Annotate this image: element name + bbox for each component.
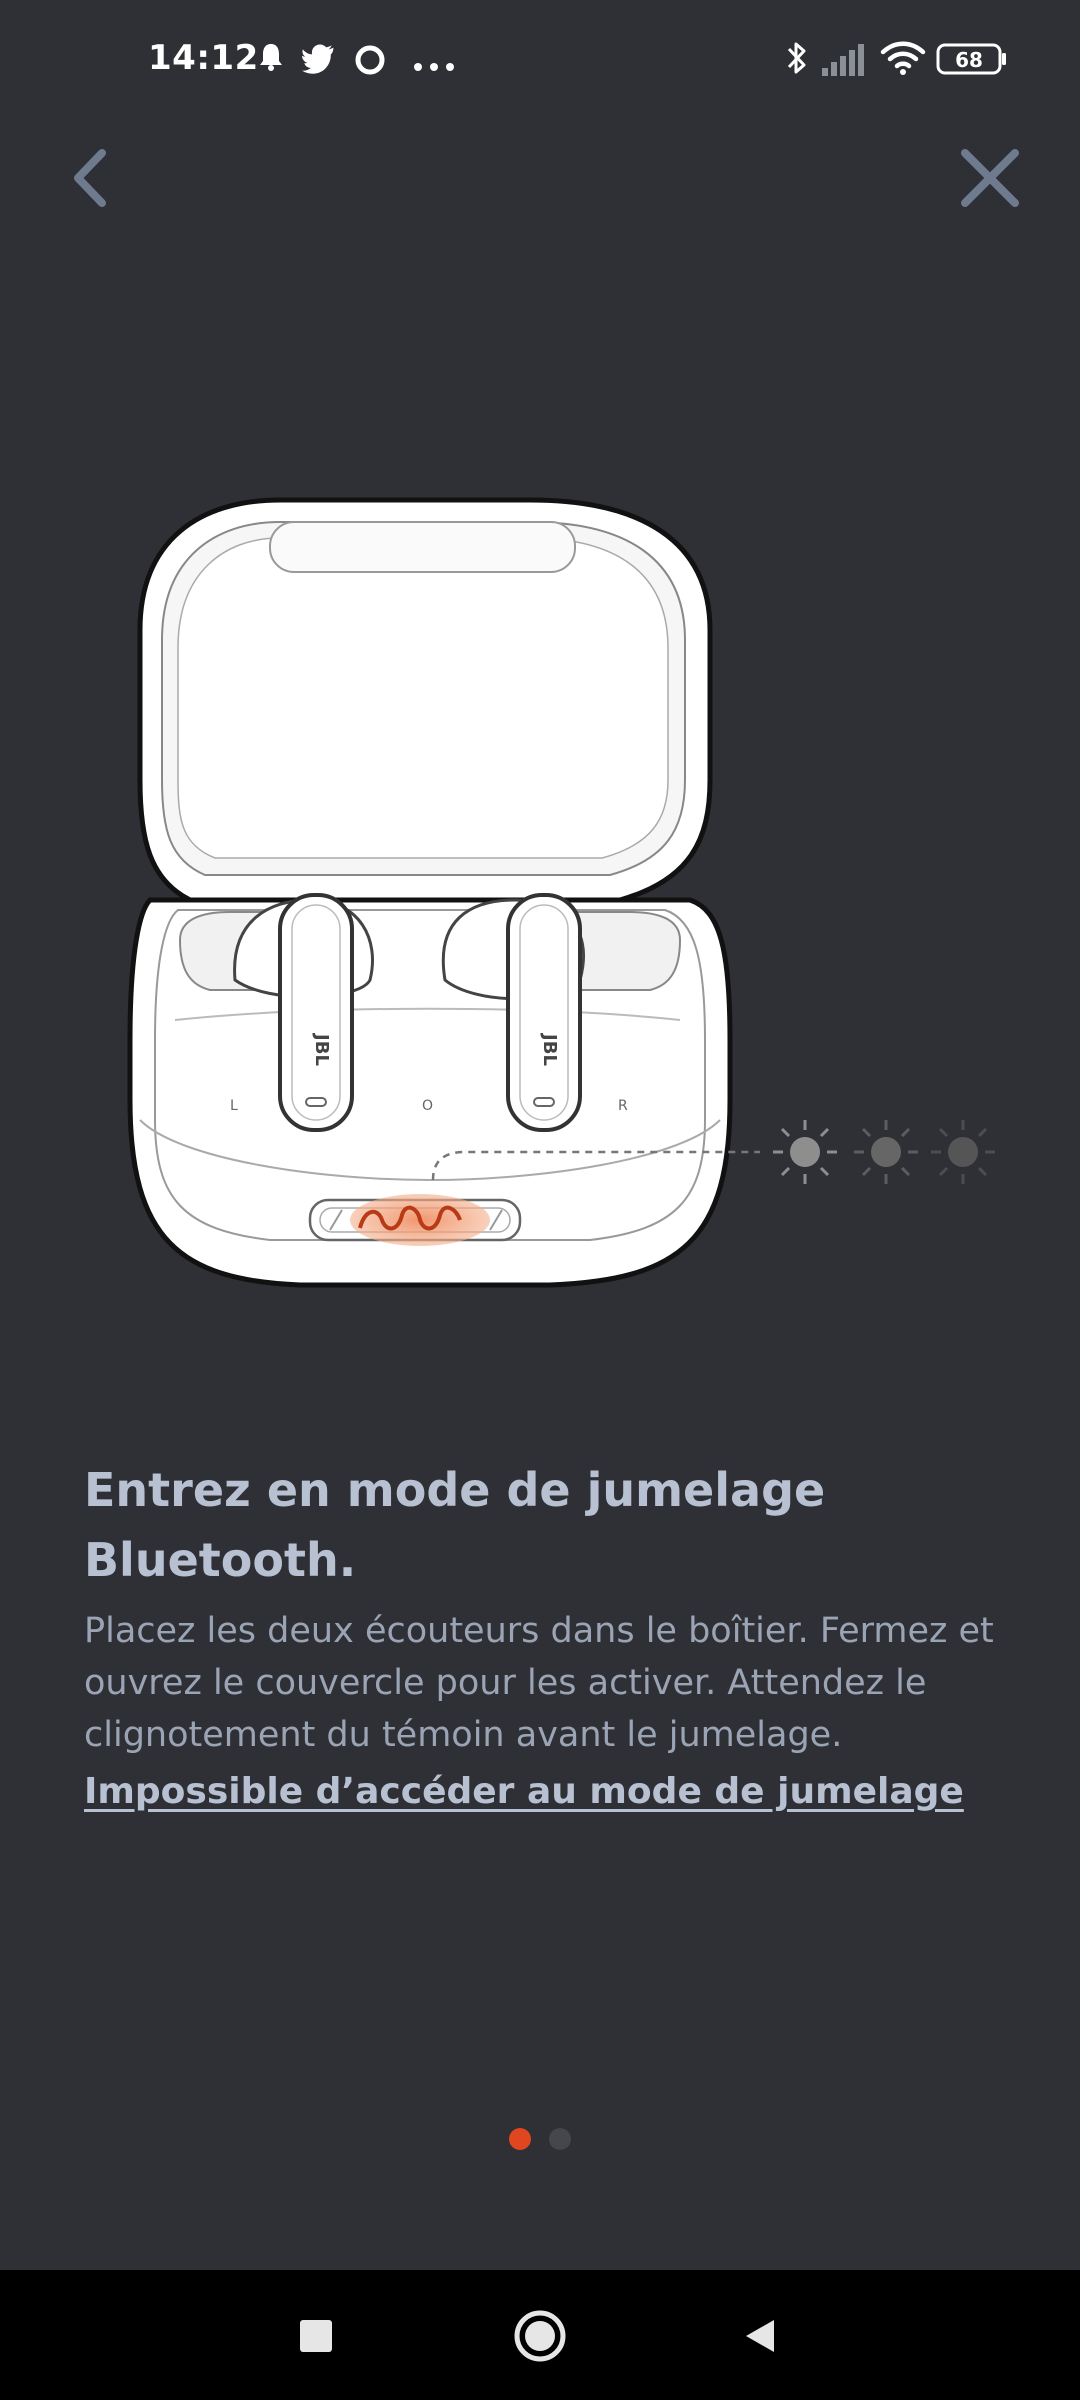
cell-signal-icon — [822, 42, 866, 80]
earbuds-case-illustration: JBL JBL L O R — [120, 480, 1020, 1340]
more-dots-icon — [414, 56, 454, 75]
system-back-button[interactable] — [720, 2298, 800, 2378]
notification-bell-icon — [258, 42, 284, 76]
page-dot-active[interactable] — [509, 2128, 531, 2150]
pairing-help-link[interactable]: Impossible d’accéder au mode de jumelage — [84, 1771, 964, 1812]
indicator-light-2 — [854, 1120, 918, 1184]
right-bud-logo: JBL — [539, 1032, 560, 1066]
back-button[interactable] — [50, 140, 130, 220]
square-icon — [298, 2318, 334, 2358]
system-nav-bar — [0, 2270, 1080, 2400]
case-label-center: O — [422, 1098, 433, 1114]
status-time: 14:12 — [148, 38, 259, 78]
triangle-back-icon — [740, 2316, 780, 2360]
page-dot-inactive[interactable] — [549, 2128, 571, 2150]
close-icon — [959, 147, 1021, 213]
wifi-icon — [880, 40, 926, 80]
indicator-light-3 — [931, 1120, 995, 1184]
home-button[interactable] — [500, 2298, 580, 2378]
instructions-text: Placez les deux écouteurs dans le boîtie… — [84, 1611, 994, 1755]
left-earbud — [278, 893, 354, 1132]
battery-level: 68 — [955, 48, 983, 72]
case-label-right: R — [618, 1098, 628, 1114]
chevron-left-icon — [68, 147, 112, 213]
pairing-screen: 14:12 68 JBL JBL L O R Entrez en mode de… — [0, 0, 1080, 2400]
right-earbud — [506, 893, 582, 1132]
indicator-light-1 — [773, 1120, 837, 1184]
recents-button[interactable] — [276, 2298, 356, 2378]
circle-app-icon — [353, 43, 387, 81]
left-bud-logo: JBL — [311, 1032, 332, 1066]
battery-icon: 68 — [936, 42, 1008, 80]
status-bar: 14:12 68 — [0, 0, 1080, 120]
instructions-block: Entrez en mode de jumelage Bluetooth. Pl… — [84, 1455, 1004, 1812]
case-label-left: L — [230, 1098, 238, 1114]
home-circle-icon — [512, 2308, 568, 2368]
twitter-icon — [302, 44, 338, 78]
bluetooth-icon — [784, 40, 810, 80]
page-title: Entrez en mode de jumelage Bluetooth. — [84, 1463, 826, 1587]
close-button[interactable] — [950, 140, 1030, 220]
page-indicator — [0, 2128, 1080, 2150]
